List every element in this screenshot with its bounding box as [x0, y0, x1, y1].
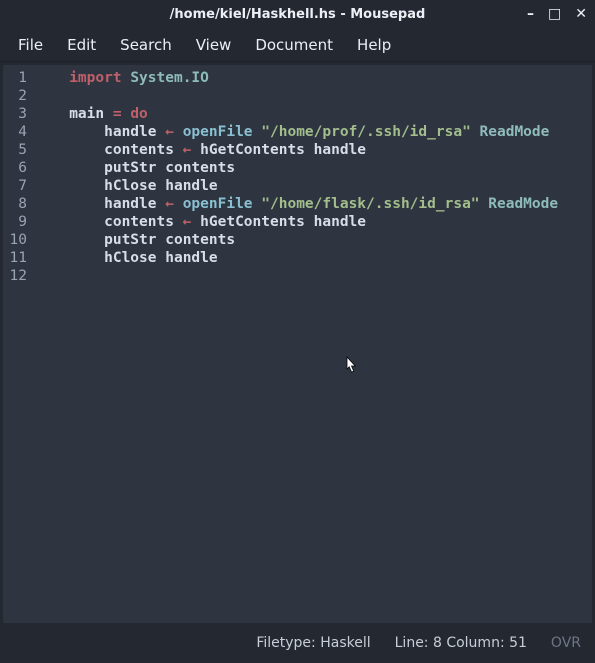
- code-line: contents ← hGetContents handle: [43, 213, 592, 231]
- line-number: 8: [3, 195, 27, 213]
- line-number: 5: [3, 141, 27, 159]
- status-position: Line: 8 Column: 51: [395, 635, 527, 651]
- string-literal: "/home/prof/.ssh/id_rsa": [261, 124, 471, 140]
- editor-area[interactable]: 1 2 3 4 5 6 7 8 9 10 11 12 import System…: [3, 65, 592, 623]
- ctor-readmode: ReadMode: [480, 124, 550, 140]
- ident-main: main: [69, 106, 104, 122]
- pointer-cursor-icon: [341, 355, 359, 377]
- ctor-readmode: ReadMode: [488, 196, 558, 212]
- minimize-icon[interactable]: –: [527, 7, 534, 21]
- line-number: 4: [3, 123, 27, 141]
- ident-contents: contents: [165, 232, 235, 248]
- arrow-left-icon: ←: [174, 214, 200, 230]
- menu-view[interactable]: View: [186, 32, 242, 58]
- fn-hclose: hClose: [104, 250, 156, 266]
- ident-handle: handle: [104, 196, 156, 212]
- code-line: [43, 267, 592, 285]
- ident-handle: handle: [165, 178, 217, 194]
- code-line: hClose handle: [43, 249, 592, 267]
- operator-eq: =: [104, 106, 130, 122]
- titlebar: /home/kiel/Haskhell.hs - Mousepad – □ ✕: [0, 0, 595, 28]
- keyword-do: do: [130, 106, 147, 122]
- line-number: 12: [3, 267, 27, 285]
- code-line: import System.IO: [43, 69, 592, 87]
- line-number: 2: [3, 87, 27, 105]
- menu-edit[interactable]: Edit: [57, 32, 106, 58]
- code-area[interactable]: import System.IO main = do handle ← open…: [35, 65, 592, 623]
- line-number: 11: [3, 249, 27, 267]
- fn-openfile: openFile: [183, 196, 253, 212]
- string-literal: "/home/flask/.ssh/id_rsa": [261, 196, 479, 212]
- code-line: contents ← hGetContents handle: [43, 141, 592, 159]
- fn-hgetcontents: hGetContents: [200, 142, 305, 158]
- keyword-import: import: [69, 70, 121, 86]
- module-name: System.IO: [130, 70, 209, 86]
- close-icon[interactable]: ✕: [575, 7, 587, 21]
- line-number: 6: [3, 159, 27, 177]
- status-filetype: Filetype: Haskell: [256, 635, 370, 651]
- status-mode: OVR: [551, 635, 581, 651]
- code-line: handle ← openFile "/home/prof/.ssh/id_rs…: [43, 123, 592, 141]
- maximize-icon[interactable]: □: [548, 7, 561, 21]
- menu-file[interactable]: File: [8, 32, 53, 58]
- code-line: handle ← openFile "/home/flask/.ssh/id_r…: [43, 195, 592, 213]
- ident-handle: handle: [314, 214, 366, 230]
- ident-handle: handle: [314, 142, 366, 158]
- line-number: 10: [3, 231, 27, 249]
- code-line: hClose handle: [43, 177, 592, 195]
- ident-contents: contents: [165, 160, 235, 176]
- menu-help[interactable]: Help: [347, 32, 401, 58]
- fn-openfile: openFile: [183, 124, 253, 140]
- menu-search[interactable]: Search: [110, 32, 182, 58]
- code-line: putStr contents: [43, 159, 592, 177]
- statusbar: Filetype: Haskell Line: 8 Column: 51 OVR: [0, 623, 595, 663]
- arrow-left-icon: ←: [174, 142, 200, 158]
- line-number: 1: [3, 69, 27, 87]
- menu-document[interactable]: Document: [245, 32, 343, 58]
- code-line: putStr contents: [43, 231, 592, 249]
- fn-putstr: putStr: [104, 232, 156, 248]
- ident-handle: handle: [165, 250, 217, 266]
- line-number-gutter: 1 2 3 4 5 6 7 8 9 10 11 12: [3, 65, 35, 623]
- ident-contents: contents: [104, 142, 174, 158]
- ident-contents: contents: [104, 214, 174, 230]
- line-number: 7: [3, 177, 27, 195]
- fn-hclose: hClose: [104, 178, 156, 194]
- arrow-left-icon: ←: [157, 124, 183, 140]
- code-line: main = do: [43, 105, 592, 123]
- window-controls: – □ ✕: [527, 7, 587, 21]
- fn-hgetcontents: hGetContents: [200, 214, 305, 230]
- window-title: /home/kiel/Haskhell.hs - Mousepad: [170, 7, 426, 22]
- app-window: /home/kiel/Haskhell.hs - Mousepad – □ ✕ …: [0, 0, 595, 663]
- code-line: [43, 87, 592, 105]
- ident-handle: handle: [104, 124, 156, 140]
- line-number: 3: [3, 105, 27, 123]
- arrow-left-icon: ←: [157, 196, 183, 212]
- fn-putstr: putStr: [104, 160, 156, 176]
- menubar: File Edit Search View Document Help: [0, 28, 595, 62]
- line-number: 9: [3, 213, 27, 231]
